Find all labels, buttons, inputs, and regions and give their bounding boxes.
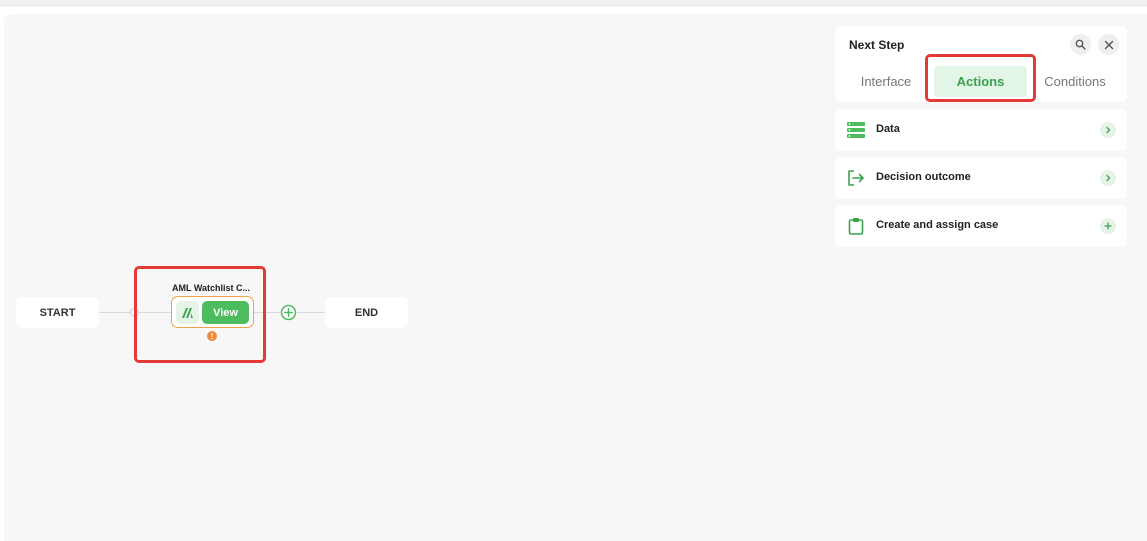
action-label: Data bbox=[876, 123, 900, 135]
action-item-decision-outcome[interactable]: Decision outcome bbox=[835, 157, 1127, 199]
panel-title: Next Step bbox=[849, 38, 905, 52]
start-node[interactable]: START bbox=[16, 297, 99, 328]
close-button[interactable] bbox=[1098, 34, 1119, 55]
action-label: Decision outcome bbox=[876, 171, 971, 183]
plus-circle-icon bbox=[280, 304, 297, 321]
add-step-button[interactable] bbox=[280, 304, 297, 321]
exit-arrow-icon bbox=[845, 167, 867, 189]
action-item-data[interactable]: Data bbox=[835, 109, 1127, 151]
tab-conditions[interactable]: Conditions bbox=[1035, 66, 1115, 97]
search-icon bbox=[1075, 39, 1086, 50]
tab-interface[interactable]: Interface bbox=[849, 66, 923, 97]
highlight-actions-tab bbox=[925, 54, 1036, 102]
chevron-right-icon[interactable] bbox=[1100, 122, 1116, 138]
chevron-right-icon[interactable] bbox=[1100, 170, 1116, 186]
plus-icon[interactable] bbox=[1100, 218, 1116, 234]
action-item-create-assign-case[interactable]: Create and assign case bbox=[835, 205, 1127, 247]
clipboard-icon bbox=[845, 215, 867, 237]
close-icon bbox=[1104, 40, 1113, 49]
top-bar bbox=[0, 0, 1147, 6]
search-button[interactable] bbox=[1070, 34, 1091, 55]
highlight-step bbox=[134, 266, 266, 363]
connector-add-end bbox=[297, 312, 325, 313]
action-label: Create and assign case bbox=[876, 219, 999, 231]
database-icon bbox=[845, 119, 867, 141]
end-node[interactable]: END bbox=[325, 297, 408, 328]
